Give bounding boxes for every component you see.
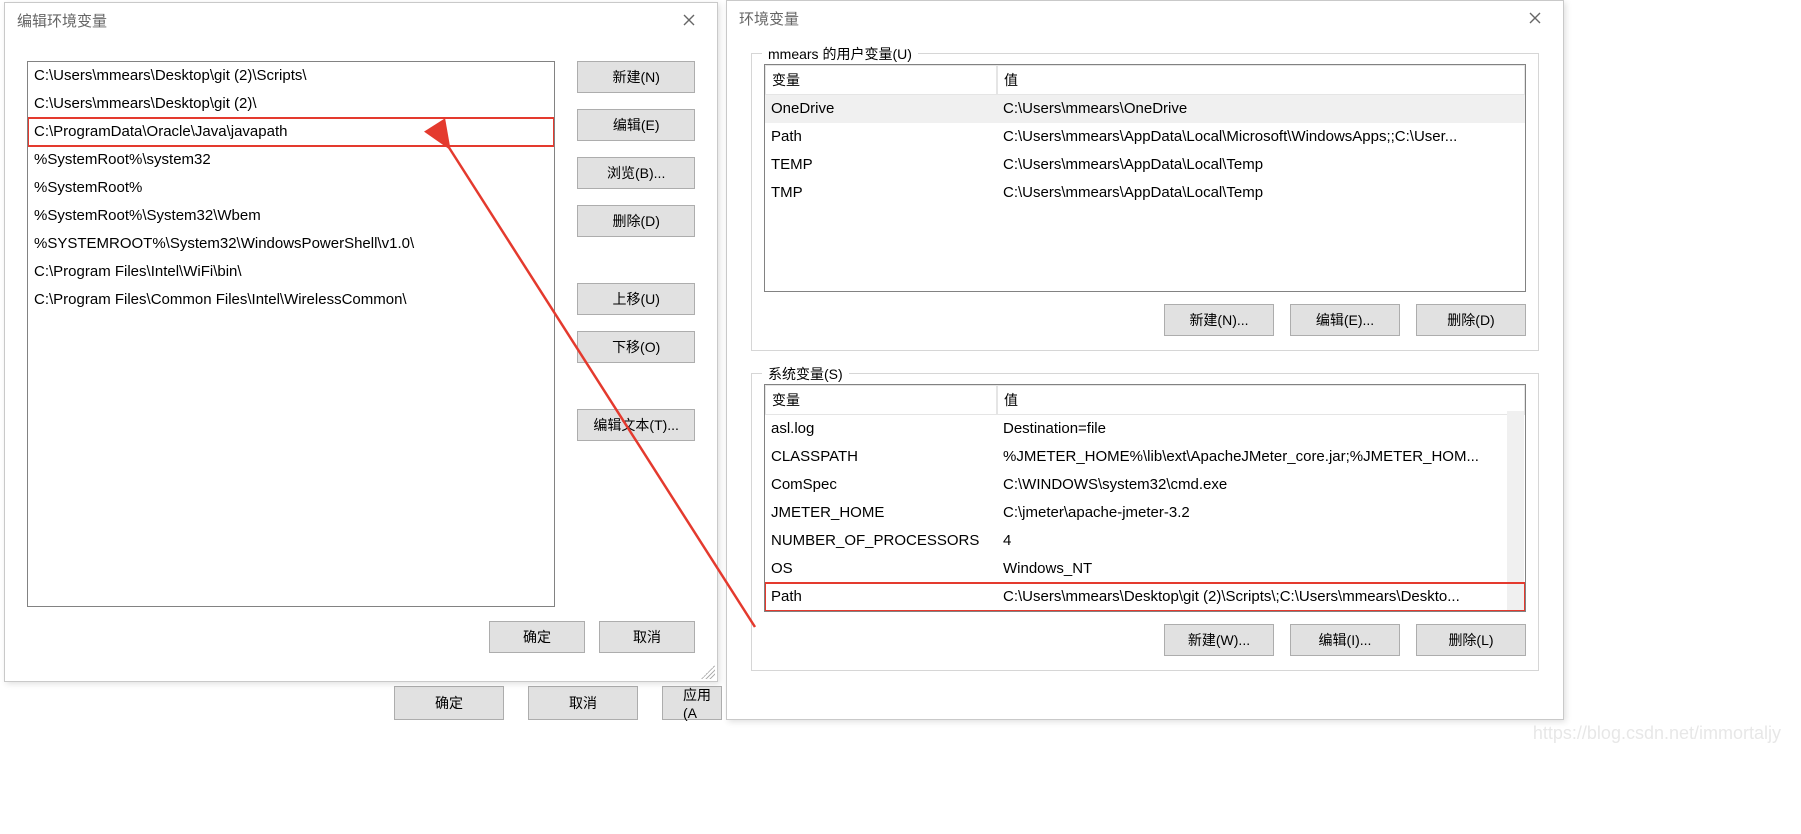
browse-button[interactable]: 浏览(B)...	[577, 157, 695, 189]
var-value: C:\Users\mmears\AppData\Local\Temp	[997, 179, 1525, 207]
path-item[interactable]: %SystemRoot%\System32\Wbem	[28, 202, 554, 230]
table-row[interactable]: NUMBER_OF_PROCESSORS4	[765, 527, 1525, 555]
user-vars-group: mmears 的用户变量(U) 变量 值 OneDriveC:\Users\mm…	[751, 53, 1539, 351]
var-name: Path	[765, 583, 997, 611]
var-value: C:\WINDOWS\system32\cmd.exe	[997, 471, 1525, 499]
edit-dialog-title: 编辑环境变量	[17, 10, 107, 31]
table-row[interactable]: PathC:\Users\mmears\Desktop\git (2)\Scri…	[765, 583, 1525, 611]
path-item[interactable]: C:\ProgramData\Oracle\Java\javapath	[28, 118, 554, 146]
var-value: %JMETER_HOME%\lib\ext\ApacheJMeter_core.…	[997, 443, 1525, 471]
var-value: 4	[997, 527, 1525, 555]
edit-button[interactable]: 编辑(E)	[577, 109, 695, 141]
table-row[interactable]: PathC:\Users\mmears\AppData\Local\Micros…	[765, 123, 1525, 151]
table-row[interactable]: CLASSPATH%JMETER_HOME%\lib\ext\ApacheJMe…	[765, 443, 1525, 471]
user-vars-legend: mmears 的用户变量(U)	[762, 44, 918, 64]
var-name: Path	[765, 123, 997, 151]
var-value: C:\Users\mmears\AppData\Local\Microsoft\…	[997, 123, 1525, 151]
path-item[interactable]: C:\Program Files\Common Files\Intel\Wire…	[28, 286, 554, 314]
bg-ok-button[interactable]: 确定	[394, 686, 504, 720]
user-vars-table[interactable]: 变量 值 OneDriveC:\Users\mmears\OneDrivePat…	[764, 64, 1526, 292]
new-button[interactable]: 新建(N)	[577, 61, 695, 93]
table-row[interactable]: ComSpecC:\WINDOWS\system32\cmd.exe	[765, 471, 1525, 499]
move-down-button[interactable]: 下移(O)	[577, 331, 695, 363]
env-vars-dialog: 环境变量 mmears 的用户变量(U) 变量 值 OneDriveC:\Use…	[726, 0, 1564, 720]
env-dialog-title: 环境变量	[739, 8, 799, 29]
var-value: C:\jmeter\apache-jmeter-3.2	[997, 499, 1525, 527]
var-name: NUMBER_OF_PROCESSORS	[765, 527, 997, 555]
system-vars-legend: 系统变量(S)	[762, 364, 849, 384]
sys-new-button[interactable]: 新建(W)...	[1164, 624, 1274, 656]
delete-button[interactable]: 删除(D)	[577, 205, 695, 237]
bg-apply-button[interactable]: 应用(A	[662, 686, 722, 720]
var-name: asl.log	[765, 415, 997, 443]
col-header-value[interactable]: 值	[997, 385, 1525, 415]
edit-text-button[interactable]: 编辑文本(T)...	[577, 409, 695, 441]
sys-delete-button[interactable]: 删除(L)	[1416, 624, 1526, 656]
edit-dialog-titlebar: 编辑环境变量	[5, 3, 717, 37]
watermark: https://blog.csdn.net/immortaljy	[1533, 723, 1781, 744]
path-item[interactable]: %SystemRoot%\system32	[28, 146, 554, 174]
col-header-variable[interactable]: 变量	[765, 385, 997, 415]
path-item[interactable]: %SystemRoot%	[28, 174, 554, 202]
var-value: Windows_NT	[997, 555, 1525, 583]
path-item[interactable]: C:\Users\mmears\Desktop\git (2)\	[28, 90, 554, 118]
table-row[interactable]: OneDriveC:\Users\mmears\OneDrive	[765, 95, 1525, 123]
var-name: OS	[765, 555, 997, 583]
user-delete-button[interactable]: 删除(D)	[1416, 304, 1526, 336]
var-name: TMP	[765, 179, 997, 207]
resize-grip-icon[interactable]	[701, 665, 715, 679]
var-name: JMETER_HOME	[765, 499, 997, 527]
path-item[interactable]: C:\Users\mmears\Desktop\git (2)\Scripts\	[28, 62, 554, 90]
scrollbar[interactable]	[1507, 411, 1524, 610]
system-vars-table[interactable]: 变量 值 asl.logDestination=fileCLASSPATH%JM…	[764, 384, 1526, 612]
var-name: OneDrive	[765, 95, 997, 123]
user-edit-button[interactable]: 编辑(E)...	[1290, 304, 1400, 336]
path-list[interactable]: C:\Users\mmears\Desktop\git (2)\Scripts\…	[27, 61, 555, 607]
path-item[interactable]: %SYSTEMROOT%\System32\WindowsPowerShell\…	[28, 230, 554, 258]
var-name: ComSpec	[765, 471, 997, 499]
ok-button[interactable]: 确定	[489, 621, 585, 653]
env-dialog-titlebar: 环境变量	[727, 1, 1563, 35]
var-value: C:\Users\mmears\OneDrive	[997, 95, 1525, 123]
close-icon[interactable]	[1515, 4, 1555, 32]
bg-cancel-button[interactable]: 取消	[528, 686, 638, 720]
close-icon[interactable]	[669, 6, 709, 34]
cancel-button[interactable]: 取消	[599, 621, 695, 653]
col-header-value[interactable]: 值	[997, 65, 1525, 95]
var-value: Destination=file	[997, 415, 1525, 443]
user-new-button[interactable]: 新建(N)...	[1164, 304, 1274, 336]
system-vars-group: 系统变量(S) 变量 值 asl.logDestination=fileCLAS…	[751, 373, 1539, 671]
table-row[interactable]: JMETER_HOMEC:\jmeter\apache-jmeter-3.2	[765, 499, 1525, 527]
table-row[interactable]: asl.logDestination=file	[765, 415, 1525, 443]
var-name: CLASSPATH	[765, 443, 997, 471]
var-value: C:\Users\mmears\AppData\Local\Temp	[997, 151, 1525, 179]
var-name: TEMP	[765, 151, 997, 179]
path-item[interactable]: C:\Program Files\Intel\WiFi\bin\	[28, 258, 554, 286]
sys-edit-button[interactable]: 编辑(I)...	[1290, 624, 1400, 656]
table-row[interactable]: TEMPC:\Users\mmears\AppData\Local\Temp	[765, 151, 1525, 179]
table-row[interactable]: OSWindows_NT	[765, 555, 1525, 583]
col-header-variable[interactable]: 变量	[765, 65, 997, 95]
move-up-button[interactable]: 上移(U)	[577, 283, 695, 315]
var-value: C:\Users\mmears\Desktop\git (2)\Scripts\…	[997, 583, 1525, 611]
table-row[interactable]: TMPC:\Users\mmears\AppData\Local\Temp	[765, 179, 1525, 207]
edit-env-var-dialog: 编辑环境变量 C:\Users\mmears\Desktop\git (2)\S…	[4, 2, 718, 682]
